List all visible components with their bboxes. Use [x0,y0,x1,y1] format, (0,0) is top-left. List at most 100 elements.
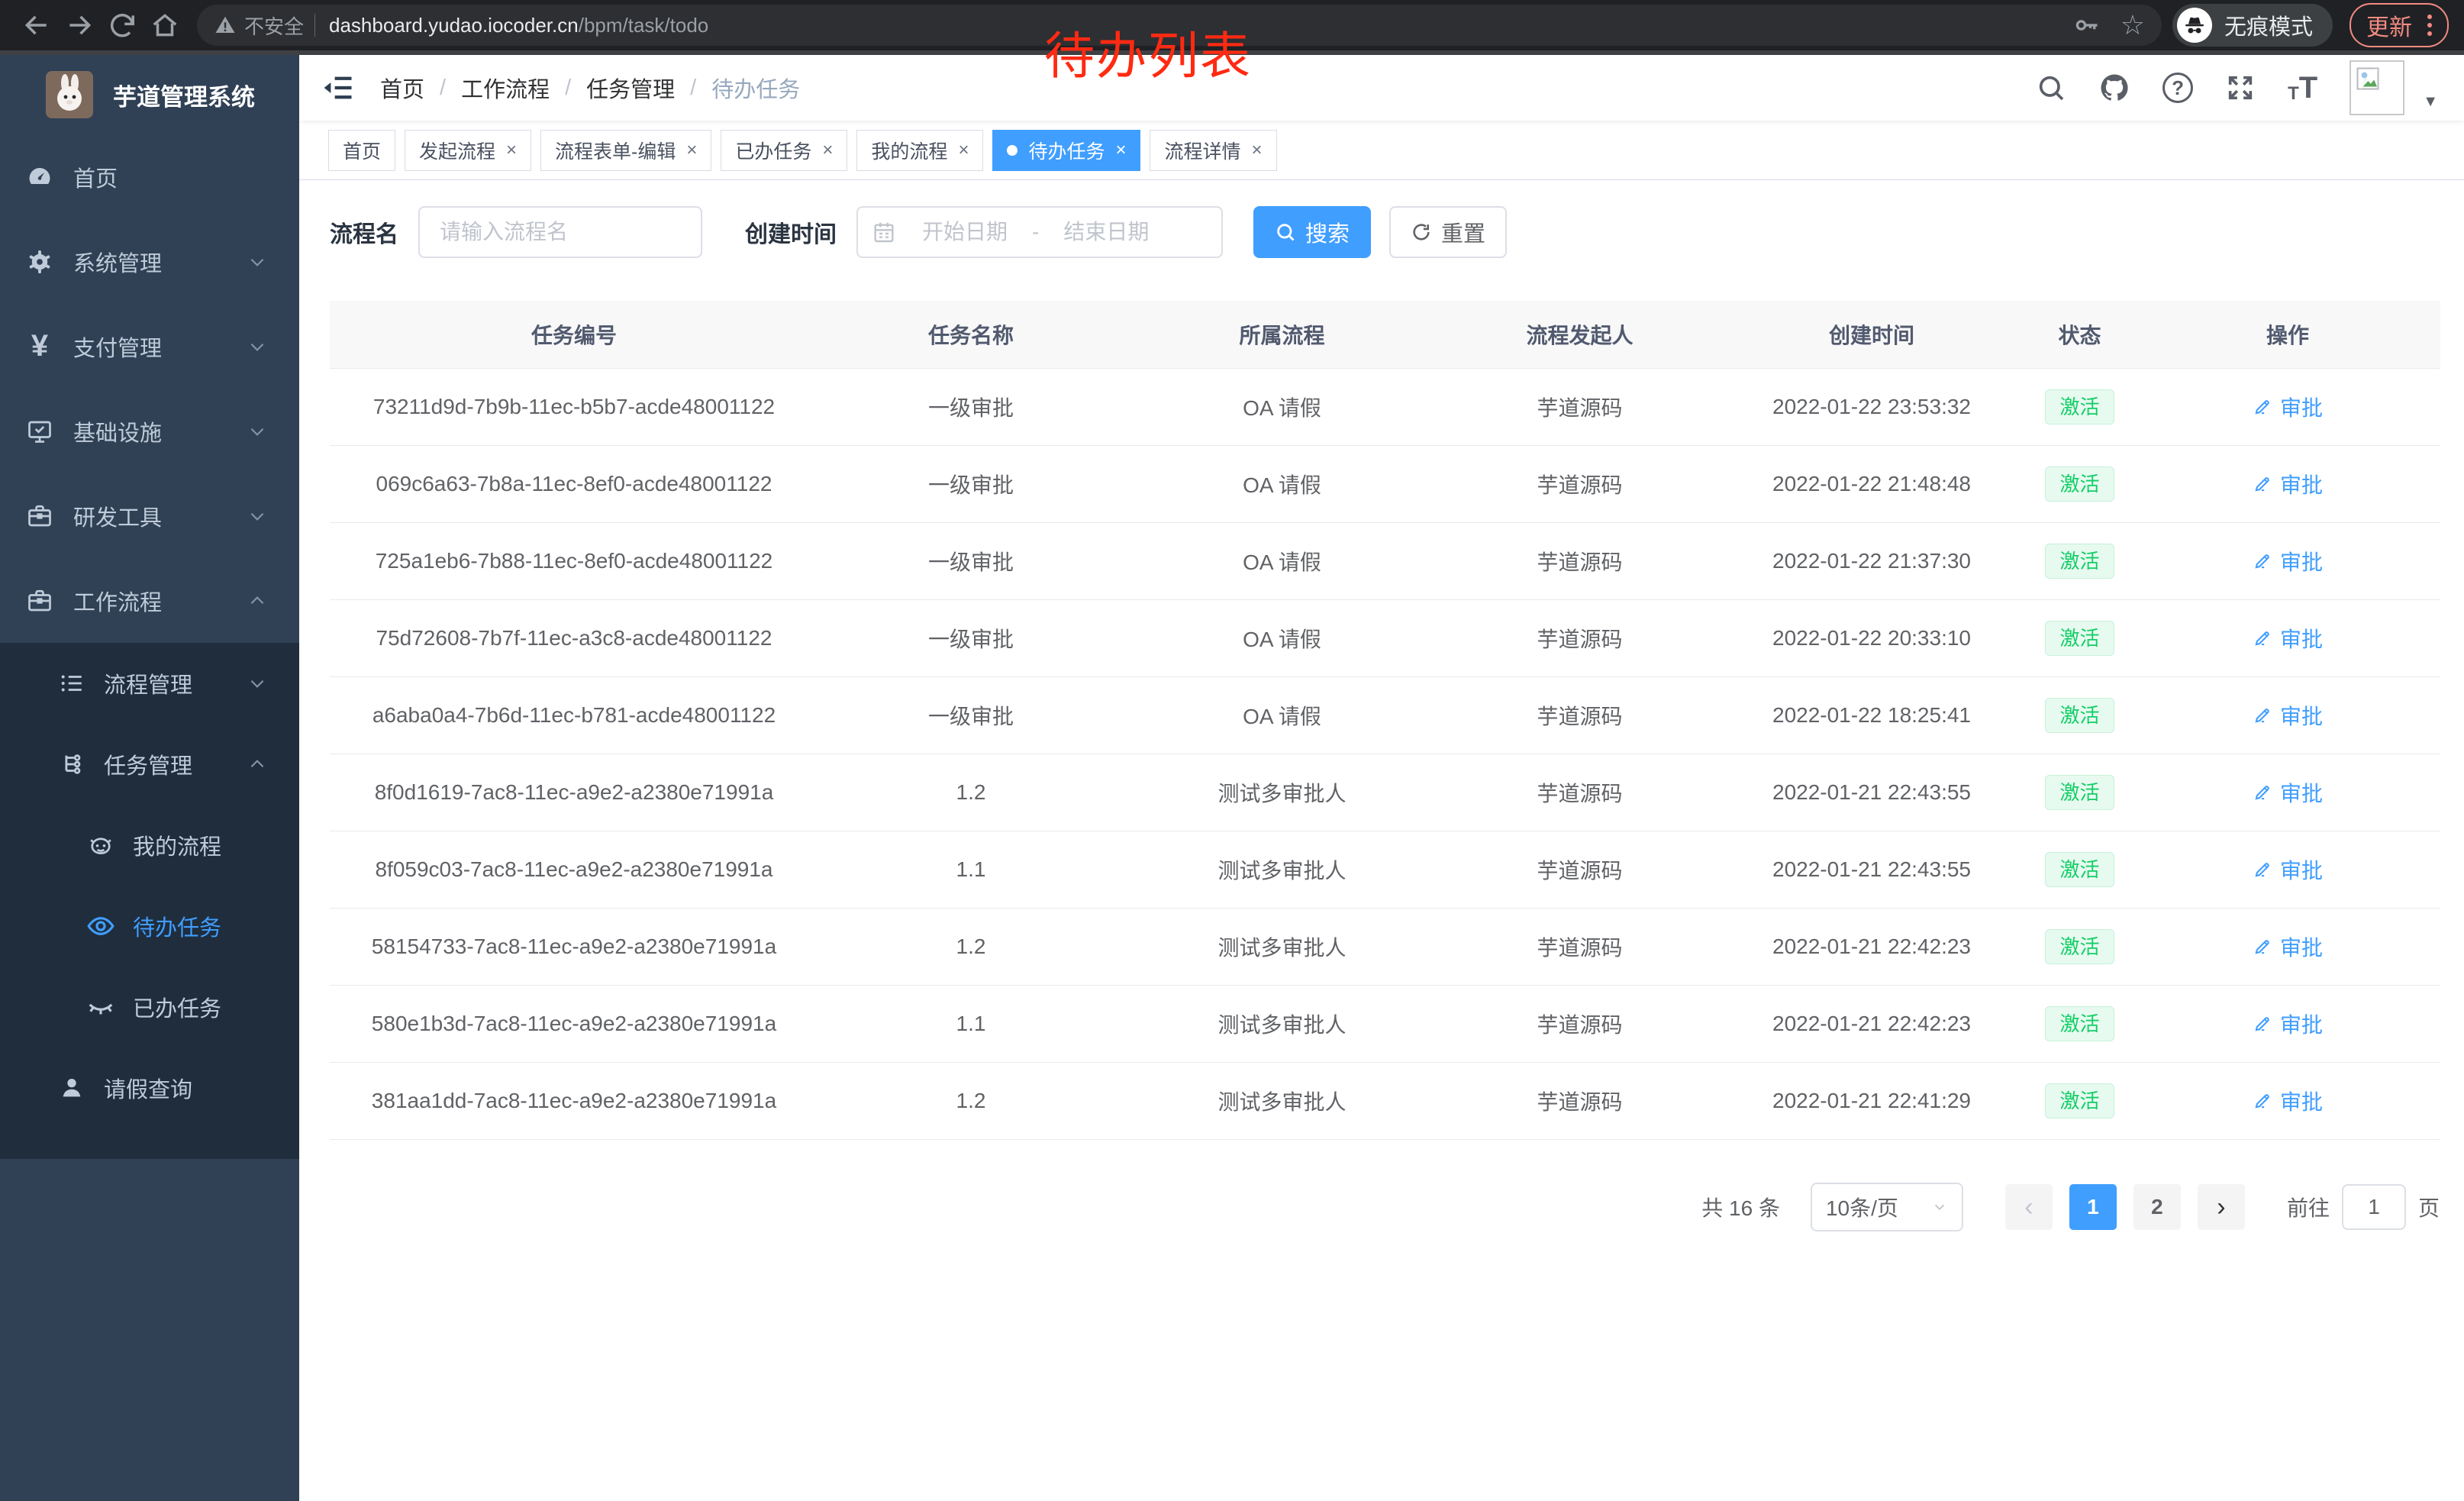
cell-process: OA 请假 [1124,600,1440,677]
incognito-label: 无痕模式 [2224,9,2313,41]
tab-process-detail[interactable]: 流程详情× [1150,130,1276,171]
sidebar-item-payment[interactable]: ¥ 支付管理 [0,304,299,389]
tab-todo-tasks[interactable]: 待办任务× [992,130,1140,171]
sidebar-item-my-process[interactable]: 我的流程 [0,805,299,886]
approve-link[interactable]: 审批 [2253,777,2323,808]
sidebar-item-done-tasks[interactable]: 已办任务 [0,967,299,1047]
prev-page-button[interactable]: ‹ [2005,1184,2053,1230]
url-path: /bpm/task/todo [579,14,709,37]
tab-home[interactable]: 首页 [328,130,395,171]
cell-starter: 芋道源码 [1440,1063,1719,1140]
logo[interactable]: 芋道管理系统 [0,55,299,134]
col-task-id: 任务编号 [330,301,818,369]
search-icon[interactable] [2036,73,2066,103]
end-date-input[interactable] [1043,219,1169,245]
sidebar-item-todo-tasks[interactable]: 待办任务 [0,886,299,967]
page-button-1[interactable]: 1 [2069,1184,2117,1230]
page-size-select[interactable]: 10条/页 [1811,1183,1963,1231]
cell-task-id: 58154733-7ac8-11ec-a9e2-a2380e71991a [330,909,818,986]
search-button[interactable]: 搜索 [1253,206,1371,258]
cell-task-name: 1.1 [818,831,1124,909]
cell-create-time: 2022-01-21 22:43:55 [1719,754,2024,831]
fullscreen-icon[interactable] [2225,73,2256,103]
tab-form-edit[interactable]: 流程表单-编辑× [540,130,711,171]
sidebar-item-devtools[interactable]: 研发工具 [0,473,299,558]
cell-task-id: 725a1eb6-7b88-11ec-8ef0-acde48001122 [330,523,818,600]
close-icon[interactable]: × [958,140,969,161]
pencil-icon [2253,860,2272,880]
browser-back-icon[interactable] [15,4,58,47]
start-date-input[interactable] [902,219,1027,245]
reset-button[interactable]: 重置 [1389,206,1507,258]
approve-link[interactable]: 审批 [2253,546,2323,576]
browser-reload-icon[interactable] [101,4,144,47]
sidebar-item-leave-query[interactable]: 请假查询 [0,1047,299,1128]
approve-link[interactable]: 审批 [2253,623,2323,654]
tab-done-tasks[interactable]: 已办任务× [721,130,847,171]
close-icon[interactable]: × [1252,140,1263,161]
security-label[interactable]: 不安全 [244,11,304,40]
approve-link[interactable]: 审批 [2253,1086,2323,1116]
approve-link[interactable]: 审批 [2253,469,2323,499]
tab-start-process[interactable]: 发起流程× [405,130,531,171]
tab-my-process[interactable]: 我的流程× [856,130,983,171]
close-icon[interactable]: × [822,140,833,161]
approve-link[interactable]: 审批 [2253,392,2323,422]
browser-update-button[interactable]: 更新 [2350,3,2449,47]
cell-task-name: 1.2 [818,754,1124,831]
col-starter: 流程发起人 [1440,301,1719,369]
sidebar-item-process-mgmt[interactable]: 流程管理 [0,643,299,724]
close-icon[interactable]: × [1115,140,1126,161]
yen-icon: ¥ [23,329,56,363]
cell-create-time: 2022-01-22 21:37:30 [1719,523,2024,600]
sidebar-fold-icon[interactable] [322,72,354,104]
bookmark-star-icon[interactable]: ☆ [2121,11,2145,39]
cell-task-name: 一级审批 [818,677,1124,754]
toolbox-icon [23,502,56,530]
approve-link[interactable]: 审批 [2253,1009,2323,1039]
github-icon[interactable] [2098,72,2130,104]
sidebar-item-infrastructure[interactable]: 基础设施 [0,389,299,473]
monitor-icon [23,418,56,445]
sidebar-item-system[interactable]: 系统管理 [0,219,299,304]
breadcrumb-workflow[interactable]: 工作流程 [461,72,550,104]
avatar[interactable] [2350,60,2404,115]
cell-process: OA 请假 [1124,369,1440,446]
breadcrumb-task-mgmt[interactable]: 任务管理 [586,72,675,104]
avatar-caret-icon[interactable]: ▼ [2423,93,2438,115]
font-size-icon[interactable]: TT [2288,73,2317,103]
approve-link[interactable]: 审批 [2253,700,2323,731]
table-row: 73211d9d-7b9b-11ec-b5b7-acde48001122 一级审… [330,369,2440,446]
approve-link[interactable]: 审批 [2253,854,2323,885]
table-row: 8f059c03-7ac8-11ec-a9e2-a2380e71991a 1.1… [330,831,2440,909]
close-icon[interactable]: × [506,140,517,161]
tags-view: 首页 发起流程× 流程表单-编辑× 已办任务× 我的流程× 待办任务× 流程详情… [299,121,2464,180]
date-range-picker[interactable]: - [856,206,1223,258]
cell-process: 测试多审批人 [1124,831,1440,909]
page-button-2[interactable]: 2 [2133,1184,2181,1230]
breadcrumb: 首页 / 工作流程 / 任务管理 / 待办任务 [380,72,800,104]
eye-icon [84,912,118,941]
sidebar-item-workflow[interactable]: 工作流程 [0,558,299,643]
browser-menu-icon[interactable] [2427,15,2432,36]
chevron-down-icon [247,252,267,272]
sidebar-item-home[interactable]: 首页 [0,134,299,219]
browser-home-icon[interactable] [144,4,186,47]
approve-link[interactable]: 审批 [2253,931,2323,962]
not-secure-icon[interactable] [214,14,237,37]
help-icon[interactable]: ? [2162,73,2193,103]
update-label[interactable]: 更新 [2366,8,2412,42]
sidebar-item-task-mgmt[interactable]: 任务管理 [0,724,299,805]
cell-process: 测试多审批人 [1124,986,1440,1063]
breadcrumb-home[interactable]: 首页 [380,72,424,104]
password-key-icon[interactable] [2073,11,2101,39]
browser-forward-icon[interactable] [58,4,101,47]
next-page-button[interactable]: › [2198,1184,2245,1230]
col-action: 操作 [2135,301,2440,369]
close-icon[interactable]: × [686,140,697,161]
pencil-icon [2253,397,2272,417]
process-name-input[interactable] [418,206,702,258]
cell-create-time: 2022-01-22 20:33:10 [1719,600,2024,677]
goto-page-input[interactable] [2342,1184,2406,1230]
table-header-row: 任务编号 任务名称 所属流程 流程发起人 创建时间 状态 操作 [330,301,2440,369]
